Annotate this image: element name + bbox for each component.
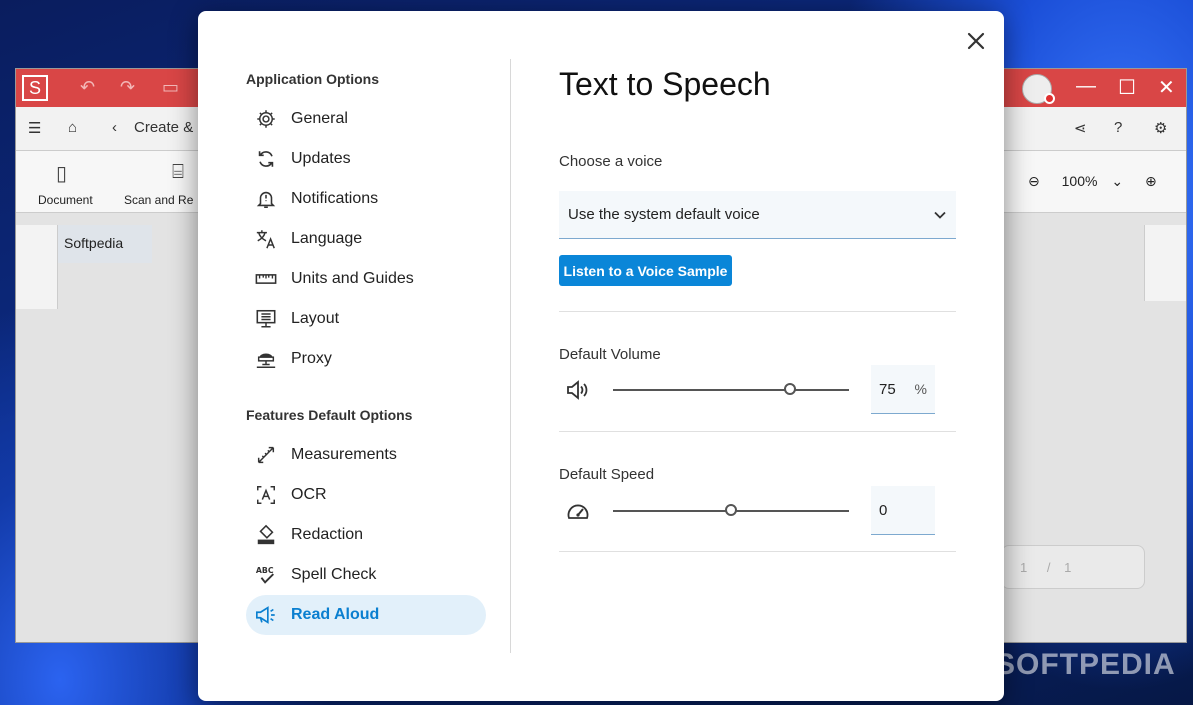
nav-item-redaction[interactable]: Redaction — [246, 515, 486, 555]
nav-section-features: Features Default Options — [246, 407, 413, 423]
zoom-out-icon[interactable]: ⊖ — [1028, 173, 1040, 189]
zoom-in-icon[interactable]: ⊕ — [1145, 173, 1157, 189]
nav-item-ocr[interactable]: OCR — [246, 475, 486, 515]
speed-value[interactable]: 0 — [879, 502, 935, 519]
speed-slider-thumb[interactable] — [725, 504, 737, 516]
page-navigator[interactable]: 1 / 1 — [1001, 545, 1145, 589]
page-current[interactable]: 1 — [1020, 560, 1027, 575]
megaphone-icon — [254, 603, 278, 627]
nav-label: Notifications — [291, 190, 379, 207]
voice-select-value: Use the system default voice — [568, 206, 760, 223]
chevron-down-icon — [928, 211, 952, 219]
close-button[interactable] — [962, 27, 990, 55]
minimize-icon[interactable]: — — [1076, 75, 1096, 98]
nav-label: General — [291, 110, 348, 127]
divider — [559, 551, 956, 552]
speaker-icon — [565, 378, 591, 402]
volume-slider-track[interactable] — [613, 389, 849, 391]
ribbon-document-label[interactable]: Document — [38, 193, 93, 207]
page-total: 1 — [1064, 560, 1072, 575]
volume-value[interactable]: 75 — [879, 381, 915, 398]
translate-icon — [254, 227, 278, 251]
nav-label: Redaction — [291, 526, 364, 543]
volume-field[interactable]: 75 % — [871, 365, 935, 414]
voice-label: Choose a voice — [559, 153, 663, 170]
status-dot — [1044, 93, 1055, 104]
volume-unit: % — [914, 381, 927, 397]
nav-item-language[interactable]: Language — [246, 219, 486, 259]
nav-label: Proxy — [291, 350, 332, 367]
nav-divider — [510, 59, 511, 653]
ocr-icon — [254, 483, 278, 507]
share-icon[interactable]: ⋖ — [1074, 119, 1087, 137]
settings-icon[interactable]: ⚙ — [1154, 119, 1167, 137]
nav-label: Layout — [291, 310, 340, 327]
monitor-layout-icon — [254, 307, 278, 331]
nav-item-notifications[interactable]: Notifications — [246, 179, 486, 219]
nav-item-units-and-guides[interactable]: Units and Guides — [246, 259, 486, 299]
spellcheck-icon: ABC — [254, 563, 278, 587]
network-icon — [254, 347, 278, 371]
divider — [559, 311, 956, 312]
app-logo: S — [22, 75, 48, 101]
menu-icon[interactable]: ☰ — [28, 119, 41, 137]
undo-icon[interactable]: ↶ — [80, 77, 95, 98]
svg-text:ABC: ABC — [256, 566, 274, 575]
scanner-icon: ⌸ — [172, 161, 184, 183]
home-icon[interactable]: ⌂ — [68, 119, 77, 136]
chevron-down-icon[interactable]: ⌄ — [1111, 173, 1123, 189]
nav-label: OCR — [291, 486, 327, 503]
back-icon[interactable]: ‹ — [112, 119, 117, 136]
nav-label: Measurements — [291, 446, 397, 463]
nav-item-layout[interactable]: Layout — [246, 299, 486, 339]
page-separator: / — [1046, 560, 1051, 575]
close-icon — [967, 32, 985, 50]
nav-item-updates[interactable]: Updates — [246, 139, 486, 179]
softpedia-watermark: SOFTPEDIA — [995, 648, 1176, 681]
document-icon: ▯ — [56, 163, 68, 185]
refresh-icon — [254, 147, 278, 171]
speed-label: Default Speed — [559, 466, 655, 483]
nav-label: Spell Check — [291, 566, 377, 583]
right-rail — [1144, 225, 1186, 301]
window-close-icon[interactable]: ✕ — [1158, 75, 1175, 100]
page-title: Text to Speech — [559, 66, 771, 102]
folder-icon[interactable]: ▭ — [162, 77, 179, 98]
eraser-icon — [254, 523, 278, 547]
nav-label: Updates — [291, 150, 351, 167]
maximize-icon[interactable]: ☐ — [1118, 75, 1136, 100]
nav-item-spell-check[interactable]: ABC Spell Check — [246, 555, 486, 595]
redo-icon[interactable]: ↷ — [120, 77, 135, 98]
nav-section-application: Application Options — [246, 71, 379, 87]
left-rail — [16, 225, 58, 309]
speed-row: 0 — [559, 486, 956, 536]
ribbon-scan-label[interactable]: Scan and Re — [124, 193, 193, 207]
help-icon[interactable]: ? — [1114, 119, 1122, 136]
ruler-icon — [254, 267, 278, 291]
gear-icon — [254, 107, 278, 131]
nav-label: Read Aloud — [291, 606, 380, 623]
volume-slider-thumb[interactable] — [784, 383, 796, 395]
volume-label: Default Volume — [559, 346, 661, 363]
zoom-control[interactable]: ⊖ 100% ⌄ ⊕ — [1028, 173, 1157, 190]
nav-item-general[interactable]: General — [246, 99, 486, 139]
divider — [559, 431, 956, 432]
nav-item-proxy[interactable]: Proxy — [246, 339, 486, 379]
zoom-value[interactable]: 100% — [1062, 173, 1098, 189]
nav-label: Language — [291, 230, 363, 247]
speedometer-icon — [565, 499, 591, 523]
speed-field[interactable]: 0 — [871, 486, 935, 535]
nav-item-read-aloud[interactable]: Read Aloud — [246, 595, 486, 635]
document-tab[interactable]: Softpedia — [58, 225, 152, 263]
listen-voice-sample-button[interactable]: Listen to a Voice Sample — [559, 255, 732, 286]
measure-icon — [254, 443, 278, 467]
nav-item-measurements[interactable]: Measurements — [246, 435, 486, 475]
volume-row: 75 % — [559, 365, 956, 415]
voice-select[interactable]: Use the system default voice — [559, 191, 956, 239]
nav-label: Units and Guides — [291, 270, 414, 287]
settings-dialog: Application Options General Updates Noti… — [198, 11, 1004, 701]
bell-icon — [254, 187, 278, 211]
